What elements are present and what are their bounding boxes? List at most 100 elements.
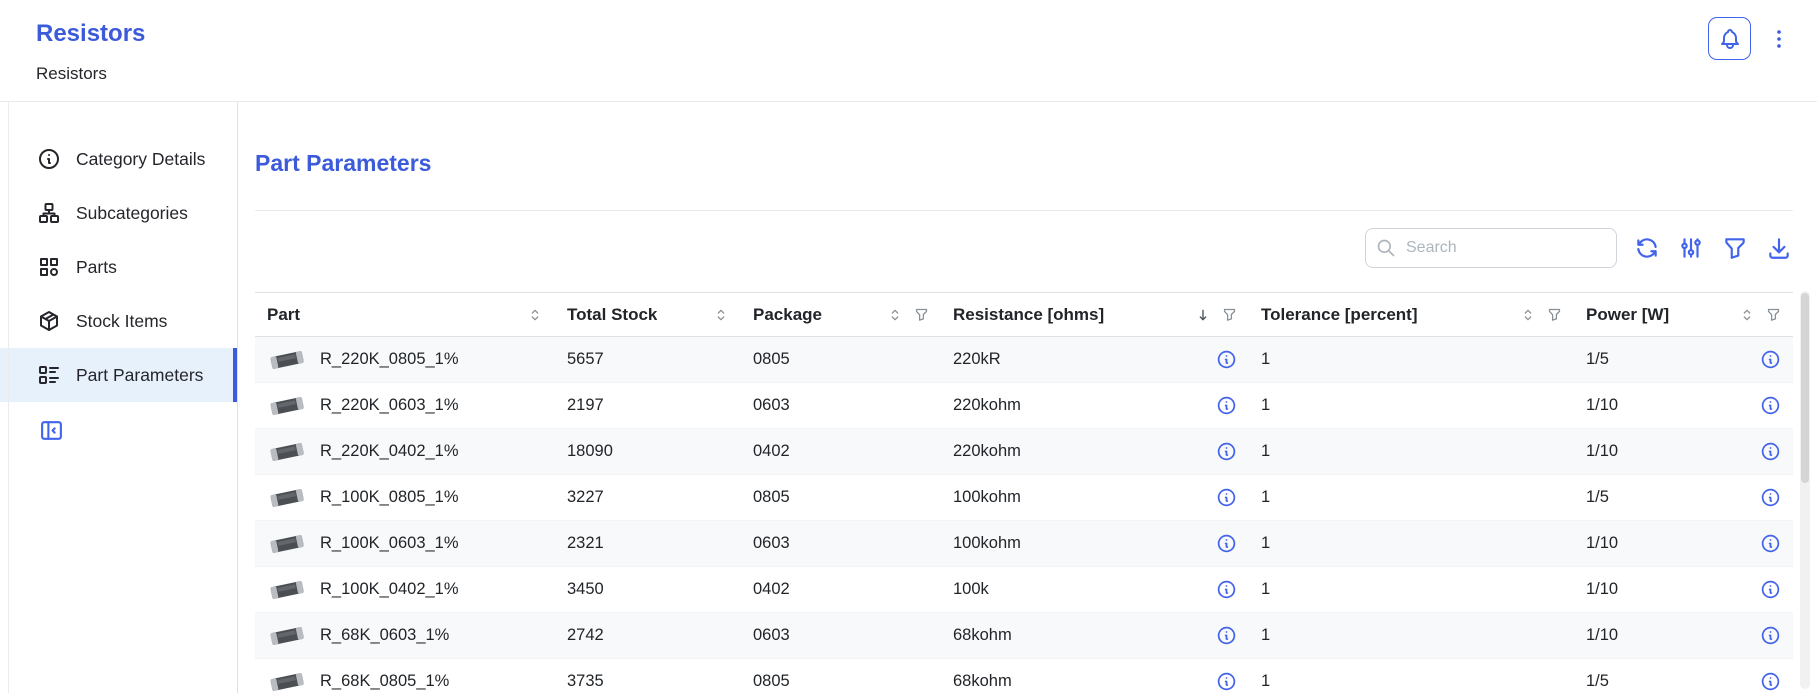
sitemap-icon xyxy=(37,201,61,225)
info-circle-icon xyxy=(1760,579,1781,600)
package-icon xyxy=(37,309,61,333)
filter-button[interactable] xyxy=(1721,234,1749,262)
column-header[interactable]: Tolerance [percent] xyxy=(1249,293,1574,337)
resistance-info-button[interactable] xyxy=(1216,441,1237,462)
info-circle-icon xyxy=(1760,487,1781,508)
breadcrumb: Resistors xyxy=(36,64,1795,84)
column-header[interactable]: Power [W] xyxy=(1574,293,1793,337)
total-stock-value: 2321 xyxy=(567,534,604,552)
filter-icon xyxy=(1222,307,1237,322)
table-row[interactable]: R_220K_0805_1% 5657 0805 220kR 1 1/5 xyxy=(255,337,1793,383)
part-thumbnail[interactable] xyxy=(267,530,307,557)
column-header[interactable]: Package xyxy=(741,293,941,337)
package-value: 0402 xyxy=(753,442,790,460)
column-filter-button[interactable] xyxy=(1766,307,1781,322)
resistance-info-button[interactable] xyxy=(1216,395,1237,416)
sidebar-item-stock-items[interactable]: Stock Items xyxy=(0,294,237,348)
part-thumbnail[interactable] xyxy=(267,392,307,419)
power-value: 1/10 xyxy=(1586,626,1618,645)
total-stock-value: 5657 xyxy=(567,350,604,368)
power-value: 1/10 xyxy=(1586,580,1618,599)
column-label: Package xyxy=(753,305,822,325)
resistance-info-button[interactable] xyxy=(1216,533,1237,554)
resistance-info-button[interactable] xyxy=(1216,579,1237,600)
scrollbar-thumb[interactable] xyxy=(1801,293,1809,483)
power-info-button[interactable] xyxy=(1760,625,1781,646)
header-actions xyxy=(1708,17,1793,60)
info-circle-icon xyxy=(1216,579,1237,600)
package-value: 0805 xyxy=(753,488,790,506)
resistance-info-button[interactable] xyxy=(1216,349,1237,370)
refresh-icon xyxy=(1634,235,1660,261)
tolerance-value: 1 xyxy=(1261,580,1270,598)
column-header[interactable]: Part xyxy=(255,293,555,337)
column-filter-button[interactable] xyxy=(1222,307,1237,322)
part-thumbnail[interactable] xyxy=(267,668,307,693)
info-circle-icon xyxy=(1760,671,1781,692)
info-circle-icon xyxy=(1760,349,1781,370)
refresh-button[interactable] xyxy=(1633,234,1661,262)
search-input[interactable] xyxy=(1365,228,1617,268)
table-row[interactable]: R_100K_0603_1% 2321 0603 100kohm 1 1/10 xyxy=(255,521,1793,567)
table-row[interactable]: R_68K_0805_1% 3735 0805 68kohm 1 1/5 xyxy=(255,659,1793,693)
sort-desc-icon xyxy=(1195,307,1211,323)
table-row[interactable]: R_220K_0402_1% 18090 0402 220kohm 1 1/10 xyxy=(255,429,1793,475)
overflow-menu-button[interactable] xyxy=(1765,23,1793,55)
sidebar-item-subcategories[interactable]: Subcategories xyxy=(0,186,237,240)
power-info-button[interactable] xyxy=(1760,395,1781,416)
column-header[interactable]: Total Stock xyxy=(555,293,741,337)
column-header[interactable]: Resistance [ohms] xyxy=(941,293,1249,337)
table-row[interactable]: R_100K_0402_1% 3450 0402 100k 1 1/10 xyxy=(255,567,1793,613)
resistance-value: 220kohm xyxy=(953,396,1021,415)
resistance-value: 100k xyxy=(953,580,989,599)
table-row[interactable]: R_220K_0603_1% 2197 0603 220kohm 1 1/10 xyxy=(255,383,1793,429)
resistance-value: 100kohm xyxy=(953,488,1021,507)
download-button[interactable] xyxy=(1765,234,1793,262)
resistance-value: 220kR xyxy=(953,350,1001,369)
sort-icon xyxy=(527,307,543,323)
resistance-info-button[interactable] xyxy=(1216,671,1237,692)
search-box xyxy=(1365,228,1617,268)
resistance-info-button[interactable] xyxy=(1216,487,1237,508)
table-row[interactable]: R_100K_0805_1% 3227 0805 100kohm 1 1/5 xyxy=(255,475,1793,521)
info-circle-icon xyxy=(1216,349,1237,370)
power-info-button[interactable] xyxy=(1760,487,1781,508)
power-info-button[interactable] xyxy=(1760,671,1781,692)
power-info-button[interactable] xyxy=(1760,349,1781,370)
panel-left-border xyxy=(8,102,9,693)
breadcrumb-item[interactable]: Resistors xyxy=(36,64,107,83)
power-info-button[interactable] xyxy=(1760,579,1781,600)
part-thumbnail[interactable] xyxy=(267,484,307,511)
sidebar-item-part-parameters[interactable]: Part Parameters xyxy=(0,348,237,402)
page-title: Resistors xyxy=(36,21,1795,47)
search-icon xyxy=(1376,238,1396,258)
sidebar-item-category-details[interactable]: Category Details xyxy=(0,132,237,186)
tolerance-value: 1 xyxy=(1261,396,1270,414)
column-filter-button[interactable] xyxy=(914,307,929,322)
total-stock-value: 2197 xyxy=(567,396,604,414)
collapse-sidebar-button[interactable] xyxy=(37,416,66,445)
table-controls xyxy=(255,228,1793,268)
package-value: 0805 xyxy=(753,350,790,368)
part-thumbnail[interactable] xyxy=(267,576,307,603)
resistance-value: 68kohm xyxy=(953,626,1012,645)
column-settings-button[interactable] xyxy=(1677,234,1705,262)
power-info-button[interactable] xyxy=(1760,533,1781,554)
notifications-button[interactable] xyxy=(1708,17,1751,60)
total-stock-value: 18090 xyxy=(567,442,613,460)
power-value: 1/10 xyxy=(1586,442,1618,461)
part-thumbnail[interactable] xyxy=(267,438,307,465)
package-value: 0603 xyxy=(753,396,790,414)
info-circle-icon xyxy=(1216,625,1237,646)
resistance-info-button[interactable] xyxy=(1216,625,1237,646)
sort-icon xyxy=(887,307,903,323)
sidebar-item-parts[interactable]: Parts xyxy=(0,240,237,294)
sort-icon xyxy=(1739,307,1755,323)
part-name: R_100K_0603_1% xyxy=(320,534,459,553)
table-row[interactable]: R_68K_0603_1% 2742 0603 68kohm 1 1/10 xyxy=(255,613,1793,659)
power-info-button[interactable] xyxy=(1760,441,1781,462)
vertical-scrollbar[interactable] xyxy=(1800,291,1810,689)
part-thumbnail[interactable] xyxy=(267,346,307,373)
column-filter-button[interactable] xyxy=(1547,307,1562,322)
part-thumbnail[interactable] xyxy=(267,622,307,649)
